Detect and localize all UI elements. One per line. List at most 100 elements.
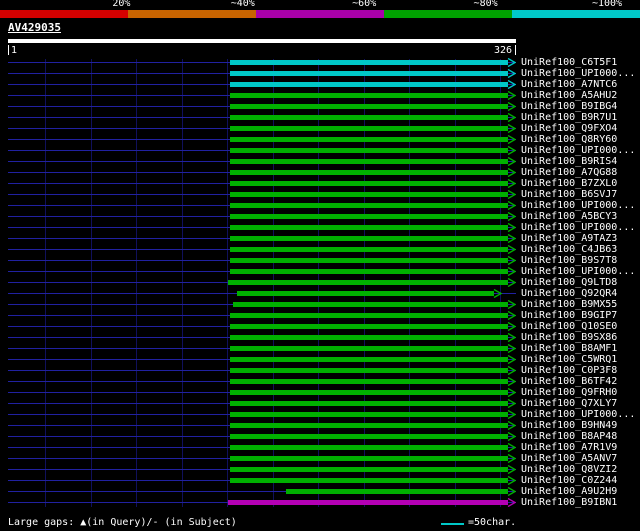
scale-label: ~40% bbox=[230, 0, 255, 9]
hit-label: UniRef100_B7ZXL0 bbox=[521, 178, 618, 189]
hit-bar bbox=[229, 137, 508, 142]
hit-row: UniRef100_B9S7T8 bbox=[0, 255, 640, 266]
hit-label: UniRef100_A5ANV7 bbox=[521, 453, 618, 464]
hit-bar bbox=[229, 313, 508, 318]
hit-row: UniRef100_B9GIP7 bbox=[0, 310, 640, 321]
hit-row: UniRef100_Q92QR4 bbox=[0, 288, 640, 299]
hit-bar bbox=[229, 60, 508, 65]
hit-label: UniRef100_C4JB63 bbox=[521, 244, 618, 255]
scale-segment bbox=[384, 10, 512, 18]
hit-label: UniRef100_A7R1V9 bbox=[521, 442, 618, 453]
hit-label: UniRef100_Q10SE0 bbox=[521, 321, 618, 332]
query-name: AV429035 bbox=[8, 21, 61, 34]
hit-row: UniRef100_C4JB63 bbox=[0, 244, 640, 255]
hit-arrowhead-icon bbox=[507, 344, 516, 353]
hit-bar bbox=[229, 214, 508, 219]
hit-arrowhead-icon bbox=[507, 355, 516, 364]
hit-row: UniRef100_C0Z244 bbox=[0, 475, 640, 486]
hit-label: UniRef100_Q9LTD8 bbox=[521, 277, 618, 288]
hit-bar bbox=[229, 478, 508, 483]
hit-arrowhead-icon bbox=[507, 256, 516, 265]
hit-row: UniRef100_UPI000... bbox=[0, 222, 640, 233]
hit-bar bbox=[229, 324, 508, 329]
hit-arrowhead-icon bbox=[507, 476, 516, 485]
hit-bar bbox=[229, 368, 508, 373]
hit-bar bbox=[229, 148, 508, 153]
hit-label: UniRef100_Q9FRH0 bbox=[521, 387, 618, 398]
hit-arrowhead-icon bbox=[507, 124, 516, 133]
scale-label: 20% bbox=[112, 0, 131, 9]
hit-arrowhead-icon bbox=[493, 289, 502, 298]
hit-bar bbox=[229, 467, 508, 472]
hit-bar bbox=[229, 390, 508, 395]
hit-row: UniRef100_B9MX55 bbox=[0, 299, 640, 310]
hit-label: UniRef100_B9GIP7 bbox=[521, 310, 618, 321]
scale-segment bbox=[256, 10, 384, 18]
hit-label: UniRef100_C5WRQ1 bbox=[521, 354, 618, 365]
hit-row: UniRef100_UPI000... bbox=[0, 145, 640, 156]
scale-label: ~60% bbox=[352, 0, 377, 9]
hit-bar bbox=[229, 401, 508, 406]
identity-scalebar bbox=[0, 10, 640, 18]
hit-arrowhead-icon bbox=[507, 399, 516, 408]
scale-segment bbox=[128, 10, 256, 18]
hit-label: UniRef100_A9TAZ3 bbox=[521, 233, 618, 244]
hit-label: UniRef100_B8AP48 bbox=[521, 431, 618, 442]
hit-bar bbox=[229, 115, 508, 120]
hit-bar bbox=[229, 236, 508, 241]
hit-label: UniRef100_Q9FXO4 bbox=[521, 123, 618, 134]
hit-arrowhead-icon bbox=[507, 333, 516, 342]
hit-row: UniRef100_B6SVJ7 bbox=[0, 189, 640, 200]
hit-label: UniRef100_B6SVJ7 bbox=[521, 189, 618, 200]
hit-row: UniRef100_A5ANV7 bbox=[0, 453, 640, 464]
hit-row: UniRef100_A7NTC6 bbox=[0, 79, 640, 90]
hit-arrowhead-icon bbox=[507, 432, 516, 441]
hit-bar bbox=[229, 181, 508, 186]
hit-arrowhead-icon bbox=[507, 212, 516, 221]
query-ruler: 1 326 bbox=[0, 45, 640, 56]
hit-bar bbox=[229, 412, 508, 417]
hit-bar bbox=[229, 93, 508, 98]
hit-label: UniRef100_B8AMF1 bbox=[521, 343, 618, 354]
hit-label: UniRef100_C0P3F8 bbox=[521, 365, 618, 376]
hit-bar bbox=[229, 423, 508, 428]
hit-label: UniRef100_Q92QR4 bbox=[521, 288, 618, 299]
hit-arrowhead-icon bbox=[507, 157, 516, 166]
hit-label: UniRef100_UPI000... bbox=[521, 266, 636, 277]
hit-label: UniRef100_C0Z244 bbox=[521, 475, 618, 486]
hit-arrowhead-icon bbox=[507, 80, 516, 89]
ruler-start-label: 1 bbox=[11, 45, 18, 56]
hit-arrowhead-icon bbox=[507, 201, 516, 210]
hit-label: UniRef100_UPI000... bbox=[521, 200, 636, 211]
hit-row: UniRef100_B7ZXL0 bbox=[0, 178, 640, 189]
hit-label: UniRef100_B9SX86 bbox=[521, 332, 618, 343]
hit-arrowhead-icon bbox=[507, 278, 516, 287]
alignment-overview-screen: 20% ~40% ~60% ~80% ~100% AV429035 1 326 UniR… bbox=[0, 0, 640, 531]
ruler-tick-left bbox=[8, 45, 9, 55]
hit-row: UniRef100_B9IBG4 bbox=[0, 101, 640, 112]
hit-row: UniRef100_Q8RY60 bbox=[0, 134, 640, 145]
hit-bar bbox=[229, 247, 508, 252]
hit-row: UniRef100_B6TF42 bbox=[0, 376, 640, 387]
hit-row: UniRef100_B9R7U1 bbox=[0, 112, 640, 123]
hit-row: UniRef100_Q9FXO4 bbox=[0, 123, 640, 134]
hit-bar bbox=[227, 500, 508, 505]
hit-label: UniRef100_A9U2H9 bbox=[521, 486, 618, 497]
scale-label: ~100% bbox=[591, 0, 623, 9]
hit-bar bbox=[229, 434, 508, 439]
hit-bar bbox=[232, 302, 508, 307]
hit-label: UniRef100_B9MX55 bbox=[521, 299, 618, 310]
hit-label: UniRef100_B9R7U1 bbox=[521, 112, 618, 123]
hit-bar bbox=[227, 280, 508, 285]
hit-arrowhead-icon bbox=[507, 311, 516, 320]
hit-bar bbox=[229, 192, 508, 197]
hit-arrowhead-icon bbox=[507, 366, 516, 375]
scale-label: ~80% bbox=[473, 0, 498, 9]
hit-row: UniRef100_B9SX86 bbox=[0, 332, 640, 343]
hit-row: UniRef100_A5AHU2 bbox=[0, 90, 640, 101]
hit-arrowhead-icon bbox=[507, 300, 516, 309]
hit-arrowhead-icon bbox=[507, 135, 516, 144]
hit-bar bbox=[229, 225, 508, 230]
hit-bar bbox=[229, 71, 508, 76]
hit-row: UniRef100_A7QG88 bbox=[0, 167, 640, 178]
